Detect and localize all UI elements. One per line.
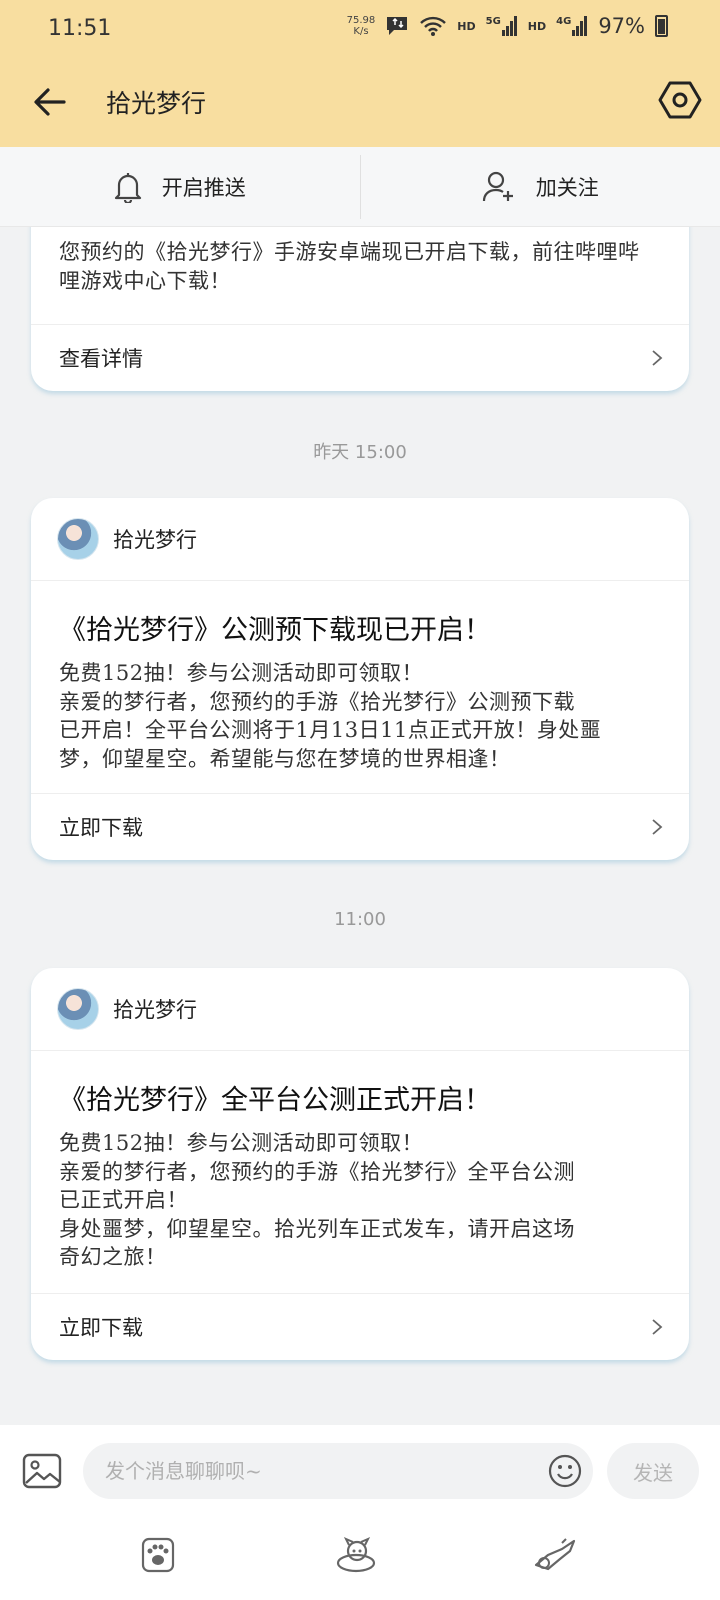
hexagon-settings-icon[interactable] xyxy=(658,78,702,122)
view-details-link[interactable]: 查看详情 xyxy=(31,324,689,391)
sender-name: 拾光梦行 xyxy=(113,528,197,552)
message-text: 免费152抽！参与公测活动即可领取！ 亲爱的梦行者，您预约的手游《拾光梦行》公测… xyxy=(59,661,602,771)
message-input[interactable] xyxy=(83,1443,593,1499)
bell-icon xyxy=(114,172,141,203)
battery-icon xyxy=(655,15,668,37)
wifi-icon xyxy=(420,16,447,36)
download-now-link[interactable]: 立即下载 xyxy=(31,1293,689,1360)
page-title: 拾光梦行 xyxy=(106,89,207,118)
avatar[interactable] xyxy=(57,988,99,1030)
enable-push-button[interactable]: 开启推送 xyxy=(0,147,360,226)
status-bar: 11:51 75.98 K/s HD 5G HD 4G 97% xyxy=(0,0,720,62)
status-icons: 75.98 K/s HD 5G HD 4G 97% xyxy=(347,14,668,38)
battery-percent: 97% xyxy=(598,14,645,38)
message-card: 拾光梦行 《拾光梦行》全平台公测正式开启！ 免费152抽！参与公测活动即可领取！… xyxy=(31,968,689,1360)
message-title: 《拾光梦行》公测预下载现已开启！ xyxy=(59,615,491,646)
avatar[interactable] xyxy=(57,518,99,560)
enable-push-label: 开启推送 xyxy=(161,175,246,200)
emoji-icon[interactable] xyxy=(548,1454,582,1488)
message-text: 免费152抽！参与公测活动即可领取！ 亲爱的梦行者，您预约的手游《拾光梦行》全平… xyxy=(59,1131,575,1269)
chevron-right-icon xyxy=(652,350,663,366)
message-timestamp: 昨天 15:00 xyxy=(313,442,407,463)
message-composer: 发送 xyxy=(0,1425,720,1600)
action-bar: 开启推送 加关注 xyxy=(0,147,720,227)
view-details-label: 查看详情 xyxy=(59,347,143,371)
image-icon[interactable] xyxy=(22,1451,62,1491)
nav-bar: 拾光梦行 xyxy=(0,62,720,147)
message-notification-icon xyxy=(387,17,408,35)
message-card: 您预约的《拾光梦行》手游安卓端现已开启下载，前往哔哩哔哩游戏中心下载！ 查看详情 xyxy=(31,227,689,391)
signal-5g-icon: 5G xyxy=(486,16,518,36)
message-text: 您预约的《拾光梦行》手游安卓端现已开启下载，前往哔哩哔哩游戏中心下载！ xyxy=(59,240,640,293)
cat-mascot-icon[interactable] xyxy=(334,1535,378,1575)
download-now-link[interactable]: 立即下载 xyxy=(31,793,689,860)
card-header: 拾光梦行 xyxy=(31,498,689,581)
send-button[interactable]: 发送 xyxy=(607,1443,699,1499)
add-user-icon xyxy=(482,171,513,201)
download-now-label: 立即下载 xyxy=(59,1316,143,1340)
follow-label: 加关注 xyxy=(535,175,599,200)
follow-button[interactable]: 加关注 xyxy=(361,147,720,226)
card-header: 拾光梦行 xyxy=(31,968,689,1051)
paw-icon[interactable] xyxy=(138,1535,178,1575)
bottom-toolbar xyxy=(0,1525,720,1585)
status-time: 11:51 xyxy=(48,16,112,41)
hd-label-2: HD xyxy=(527,19,547,33)
flying-cat-icon[interactable] xyxy=(532,1535,578,1575)
hd-label-1: HD xyxy=(457,19,476,33)
signal-4g-icon: 4G xyxy=(556,16,588,36)
chevron-right-icon xyxy=(652,819,663,835)
message-timestamp: 11:00 xyxy=(334,909,386,930)
message-card: 拾光梦行 《拾光梦行》公测预下载现已开启！ 免费152抽！参与公测活动即可领取！… xyxy=(31,498,689,860)
chevron-right-icon xyxy=(652,1319,663,1335)
network-speed: 75.98 K/s xyxy=(346,15,376,37)
download-now-label: 立即下载 xyxy=(59,816,143,840)
arrow-left-icon[interactable] xyxy=(30,82,70,122)
message-title: 《拾光梦行》全平台公测正式开启！ xyxy=(59,1085,491,1116)
message-feed[interactable]: 您预约的《拾光梦行》手游安卓端现已开启下载，前往哔哩哔哩游戏中心下载！ 查看详情… xyxy=(0,227,720,1425)
sender-name: 拾光梦行 xyxy=(113,998,197,1022)
